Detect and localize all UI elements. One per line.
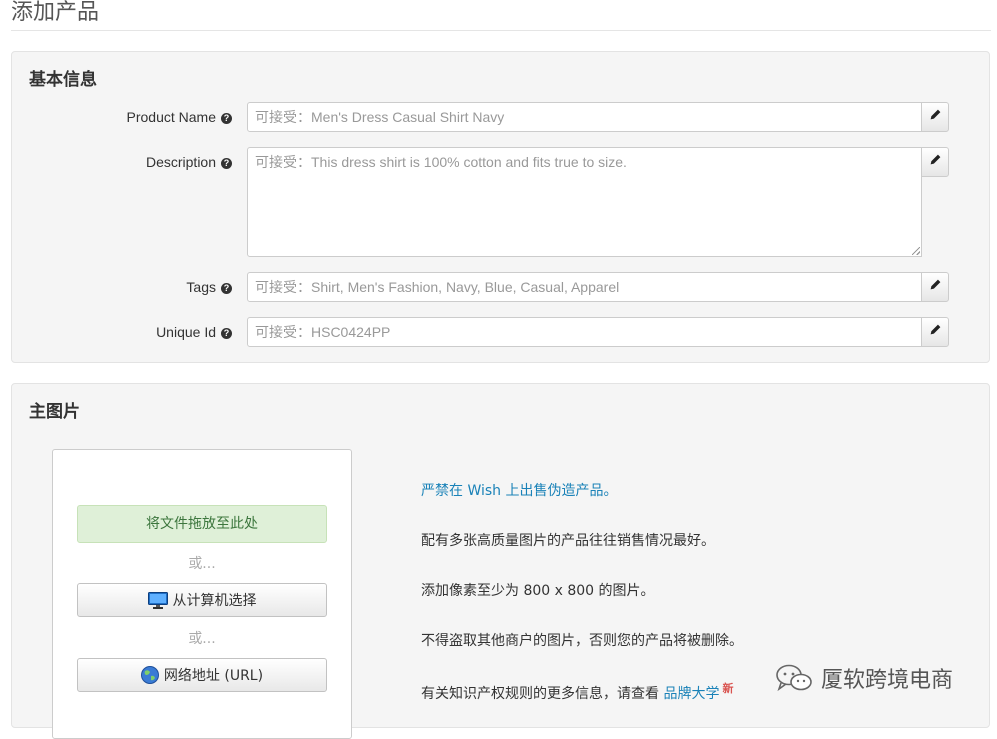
monitor-icon [147, 591, 168, 609]
tip-no-stealing: 不得盗取其他商户的图片，否则您的产品将被删除。 [421, 633, 743, 649]
watermark-text: 厦软跨境电商 [821, 668, 954, 693]
web-url-label: 网络地址 (URL) [163, 668, 264, 684]
description-label-text: Description [145, 154, 216, 170]
basic-info-panel: 基本信息 Product Name? 可接受：Men's Dress Casua… [11, 51, 990, 363]
brand-university-link[interactable]: 品牌大学 [663, 686, 719, 702]
pencil-icon [929, 108, 942, 126]
description-edit-button[interactable] [921, 147, 949, 177]
help-icon[interactable]: ? [221, 113, 232, 124]
select-from-computer-button[interactable]: 从计算机选择 [77, 583, 327, 617]
new-badge: 新 [722, 682, 734, 695]
wechat-icon [775, 663, 813, 693]
or-separator: 或... [188, 631, 216, 647]
pencil-icon [929, 153, 942, 171]
pencil-icon [929, 278, 942, 296]
select-from-computer-label: 从计算机选择 [172, 593, 257, 609]
ip-rules-line: 有关知识产权规则的更多信息，请查看 品牌大学新 [421, 680, 733, 703]
description-placeholder: 可接受：This dress shirt is 100% cotton and … [255, 154, 627, 170]
tip-min-resolution: 添加像素至少为 800 x 800 的图片。 [421, 583, 655, 599]
help-icon[interactable]: ? [221, 158, 232, 169]
help-icon[interactable]: ? [221, 283, 232, 294]
globe-icon [140, 666, 159, 684]
web-url-button[interactable]: 网络地址 (URL) [77, 658, 327, 692]
product-name-input[interactable]: 可接受：Men's Dress Casual Shirt Navy [247, 102, 922, 132]
help-icon[interactable]: ? [221, 328, 232, 339]
unique-id-edit-button[interactable] [921, 317, 949, 347]
unique-id-input[interactable]: 可接受：HSC0424PP [247, 317, 922, 347]
tags-label-text: Tags [186, 279, 216, 295]
product-name-label-text: Product Name [126, 109, 216, 125]
page-title: 添加产品 [11, 0, 100, 25]
tags-label: Tags? [12, 279, 232, 295]
resize-handle-icon[interactable] [912, 247, 920, 255]
watermark: 厦软跨境电商 [775, 662, 953, 694]
title-divider [11, 30, 991, 31]
tip-multiple-images: 配有多张高质量图片的产品往往销售情况最好。 [421, 533, 715, 549]
image-upload-box: 将文件拖放至此处 或... 从计算机选择 或... 网络地址 (URL) [52, 449, 352, 739]
product-name-edit-button[interactable] [921, 102, 949, 132]
or-separator: 或... [188, 556, 216, 572]
product-name-label: Product Name? [12, 109, 232, 125]
tags-input[interactable]: 可接受：Shirt, Men's Fashion, Navy, Blue, Ca… [247, 272, 922, 302]
file-dropzone[interactable]: 将文件拖放至此处 [77, 505, 327, 543]
unique-id-label: Unique Id? [12, 324, 232, 340]
unique-id-label-text: Unique Id [156, 324, 216, 340]
pencil-icon [929, 323, 942, 341]
basic-info-heading: 基本信息 [29, 70, 97, 90]
ip-rules-text: 有关知识产权规则的更多信息，请查看 [421, 686, 664, 702]
counterfeit-warning-link[interactable]: 严禁在 Wish 上出售伪造产品。 [421, 480, 618, 500]
description-textarea[interactable]: 可接受：This dress shirt is 100% cotton and … [247, 147, 922, 257]
main-image-heading: 主图片 [29, 402, 80, 422]
description-label: Description? [12, 154, 232, 170]
tags-edit-button[interactable] [921, 272, 949, 302]
